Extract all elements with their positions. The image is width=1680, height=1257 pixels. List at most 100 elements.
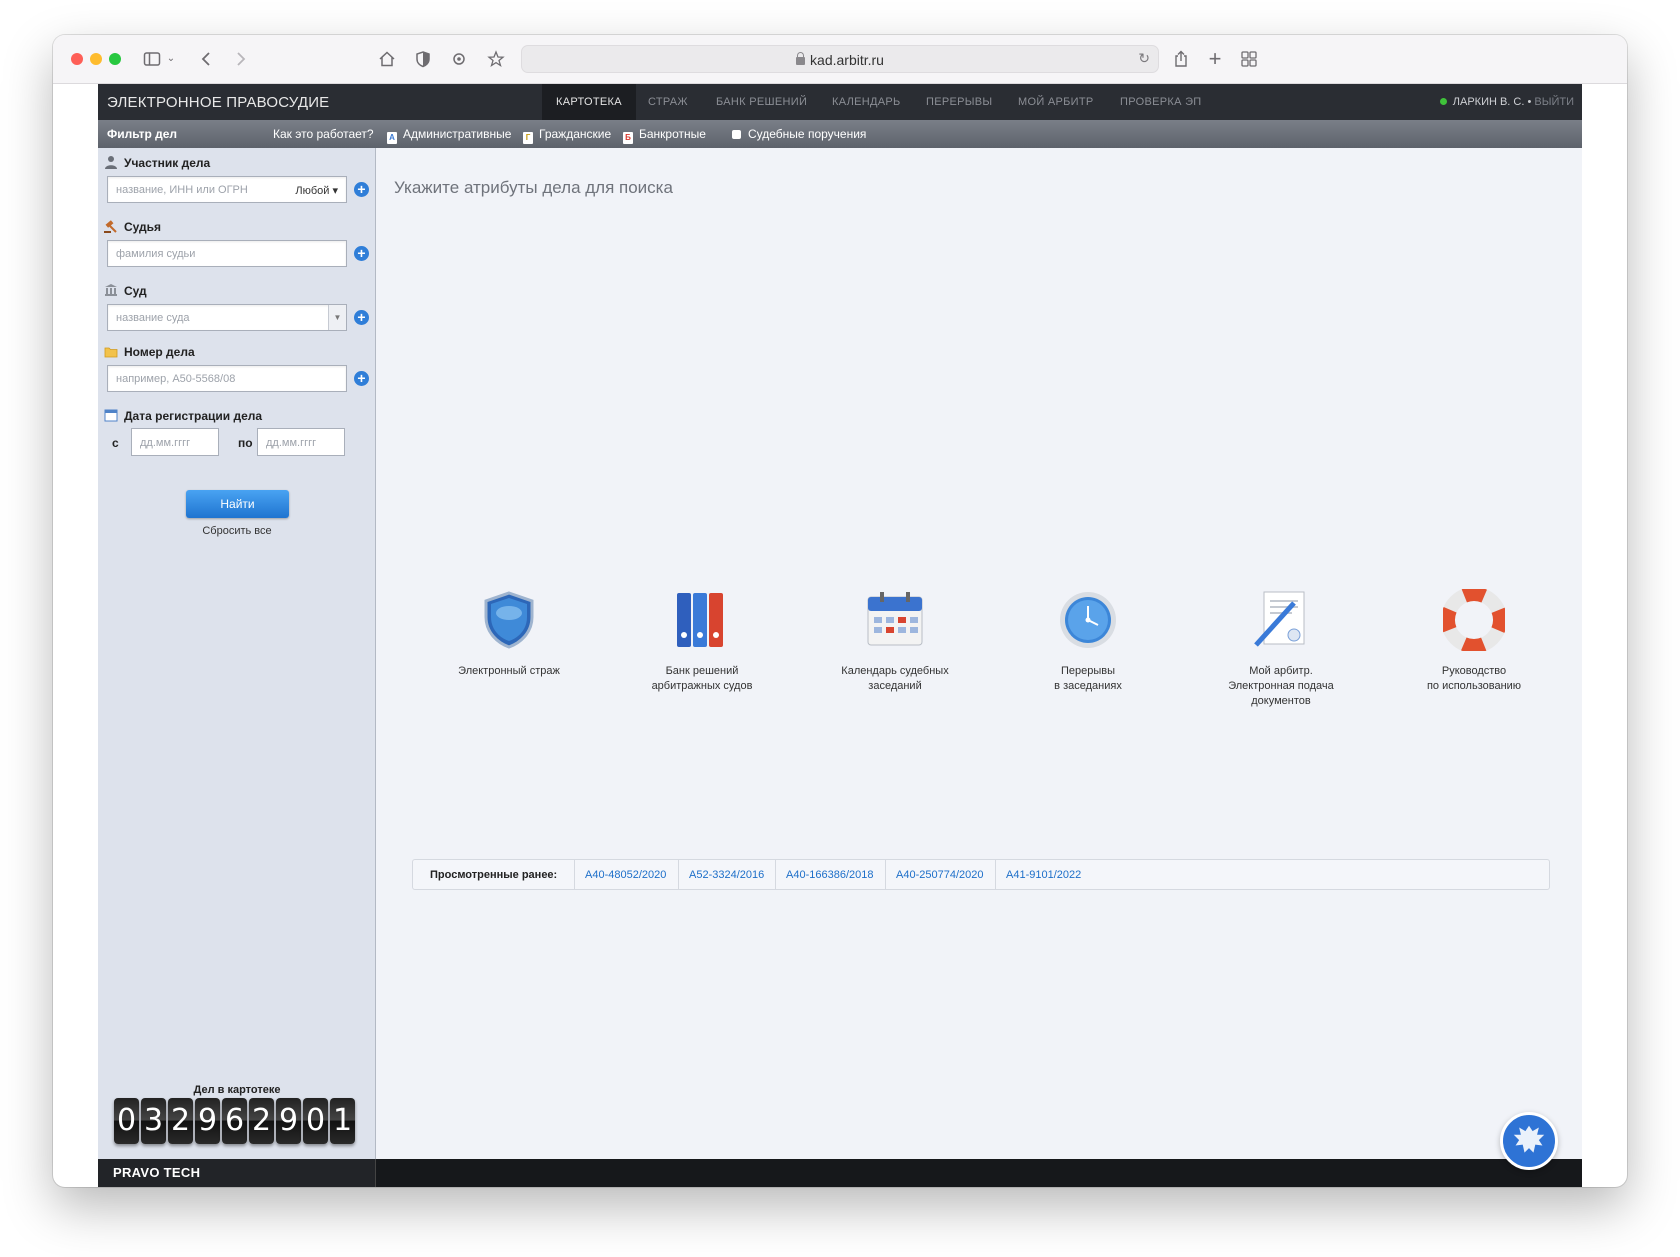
tab-overview-icon[interactable]: [1237, 47, 1261, 71]
counter-digit: 3: [141, 1098, 166, 1144]
add-participant-button[interactable]: +: [354, 182, 369, 197]
divider: [574, 860, 575, 889]
back-icon[interactable]: [195, 47, 219, 71]
checkbox-icon[interactable]: [732, 130, 741, 139]
date-from-placeholder: дд.мм.гггг: [140, 437, 191, 449]
participant-type-value: Любой: [295, 185, 330, 197]
address-bar[interactable]: kad.arbitr.ru ↻: [521, 45, 1159, 73]
tile-label: Банк решений: [665, 665, 739, 677]
binders-icon: [677, 593, 723, 647]
participant-placeholder: название, ИНН или ОГРН: [116, 184, 248, 196]
footer: PRAVO TECH: [98, 1159, 1582, 1187]
nav-tab-kartoteka[interactable]: КАРТОТЕКА: [542, 84, 636, 120]
page-title: Укажите атрибуты дела для поиска: [394, 178, 673, 197]
home-icon[interactable]: [375, 47, 399, 71]
reload-icon[interactable]: ↻: [1138, 50, 1150, 67]
court-label: Суд: [124, 284, 147, 298]
category-administrative[interactable]: А Административные: [387, 127, 511, 144]
court-input[interactable]: название суда ▼: [107, 304, 347, 331]
tile-electronic-guard[interactable]: Электронный страж: [424, 589, 594, 679]
new-tab-icon[interactable]: +: [1203, 47, 1227, 71]
footer-brand[interactable]: PRAVO TECH: [113, 1165, 200, 1180]
site-brand[interactable]: ЭЛЕКТРОННОЕ ПРАВОСУДИЕ: [107, 94, 329, 111]
category-civil[interactable]: Г Гражданские: [523, 127, 611, 144]
minimize-window-button[interactable]: [90, 53, 102, 65]
court-orders-label: Судебные поручения: [748, 127, 867, 141]
zoom-window-button[interactable]: [109, 53, 121, 65]
recent-case-link[interactable]: А40-48052/2020: [585, 869, 666, 881]
divider: [995, 860, 996, 889]
recent-case-link[interactable]: А40-166386/2018: [786, 869, 873, 881]
tile-my-arbitr[interactable]: Мой арбитр. Электронная подача документов: [1196, 589, 1366, 709]
tile-decisions-bank[interactable]: Банк решений арбитражных судов: [617, 589, 787, 694]
nav-tab-calendar[interactable]: КАЛЕНДАРЬ: [832, 84, 901, 120]
category-label: Банкротные: [639, 127, 706, 141]
court-placeholder: название суда: [116, 312, 190, 324]
forward-icon[interactable]: [228, 47, 252, 71]
emblem-button[interactable]: [1500, 1112, 1558, 1170]
category-label: Административные: [403, 127, 512, 141]
case-counter: 0 3 2 9 6 2 9 0 1: [114, 1098, 355, 1144]
gear-icon[interactable]: [447, 47, 471, 71]
add-case-number-button[interactable]: +: [354, 371, 369, 386]
courthouse-icon: [105, 284, 117, 296]
date-from-input[interactable]: дд.мм.гггг: [131, 428, 219, 456]
judge-input[interactable]: фамилия судьи: [107, 240, 347, 267]
date-label: Дата регистрации дела: [124, 409, 263, 423]
participant-type-select[interactable]: Любой ▾: [295, 184, 338, 197]
recent-cases-bar: Просмотренные ранее: А40-48052/2020 А52-…: [412, 859, 1550, 890]
add-court-button[interactable]: +: [354, 310, 369, 325]
browser-window: ⌄ kad.arbitr.ru ↻ + ЭЛЕКТРОННОЕ ПРАВОСУД…: [53, 35, 1627, 1187]
nav-tab-bank-resheniy[interactable]: БАНК РЕШЕНИЙ: [716, 84, 807, 120]
case-counter-title: Дел в картотеке: [193, 1084, 281, 1096]
court-orders-checkbox[interactable]: Судебные поручения: [732, 127, 866, 141]
user-name[interactable]: ЛАРКИН В. С.: [1453, 96, 1525, 108]
find-button[interactable]: Найти: [186, 490, 289, 518]
civil-icon: Г: [523, 132, 533, 144]
court-dropdown-icon[interactable]: ▼: [328, 305, 346, 330]
tile-breaks[interactable]: Перерывы в заседаниях: [1003, 589, 1173, 694]
logout-link[interactable]: ВЫЙТИ: [1534, 96, 1574, 108]
date-to-input[interactable]: дд.мм.гггг: [257, 428, 345, 456]
chevron-down-icon[interactable]: ⌄: [159, 47, 183, 71]
category-bankruptcy[interactable]: Б Банкротные: [623, 127, 706, 144]
divider: [775, 860, 776, 889]
counter-digit: 9: [276, 1098, 301, 1144]
nav-tab-my-arbitr[interactable]: МОЙ АРБИТР: [1018, 84, 1094, 120]
recent-cases-title: Просмотренные ранее:: [430, 869, 558, 881]
tile-label: Календарь судебных: [841, 665, 949, 677]
clock-icon: [1060, 592, 1116, 648]
date-to-label: по: [238, 436, 253, 450]
tile-guide[interactable]: Руководство по использованию: [1389, 587, 1559, 694]
share-icon[interactable]: [1169, 47, 1193, 71]
tile-court-calendar[interactable]: Календарь судебных заседаний: [810, 589, 980, 694]
counter-digit: 0: [114, 1098, 139, 1144]
add-judge-button[interactable]: +: [354, 246, 369, 261]
gavel-icon: [104, 220, 117, 233]
nav-tab-ep-check[interactable]: ПРОВЕРКА ЭП: [1120, 84, 1201, 120]
case-number-input[interactable]: например, А50-5568/08: [107, 365, 347, 392]
close-window-button[interactable]: [71, 53, 83, 65]
star-icon[interactable]: [484, 47, 508, 71]
how-it-works-link[interactable]: Как это работает?: [273, 127, 374, 141]
eagle-emblem-icon: [1513, 1125, 1545, 1153]
recent-case-link[interactable]: А52-3324/2016: [689, 869, 764, 881]
counter-digit: 2: [168, 1098, 193, 1144]
calendar-icon: [867, 592, 923, 646]
participant-input[interactable]: название, ИНН или ОГРН Любой ▾: [107, 176, 347, 203]
shield-privacy-icon[interactable]: [411, 47, 435, 71]
tile-label: по использованию: [1426, 680, 1522, 692]
reset-all-link[interactable]: Сбросить все: [98, 525, 376, 537]
tile-label: Электронный страж: [458, 665, 560, 677]
recent-case-link[interactable]: А40-250774/2020: [896, 869, 983, 881]
counter-digit: 6: [222, 1098, 247, 1144]
nav-tab-breaks[interactable]: ПЕРЕРЫВЫ: [926, 84, 992, 120]
divider: [678, 860, 679, 889]
person-icon: [105, 156, 117, 169]
date-from-label: с: [112, 436, 119, 450]
bankruptcy-icon: Б: [623, 132, 633, 144]
category-label: Гражданские: [539, 127, 612, 141]
recent-case-link[interactable]: А41-9101/2022: [1006, 869, 1081, 881]
counter-digit: 9: [195, 1098, 220, 1144]
nav-tab-strazh[interactable]: СТРАЖ: [648, 84, 688, 120]
